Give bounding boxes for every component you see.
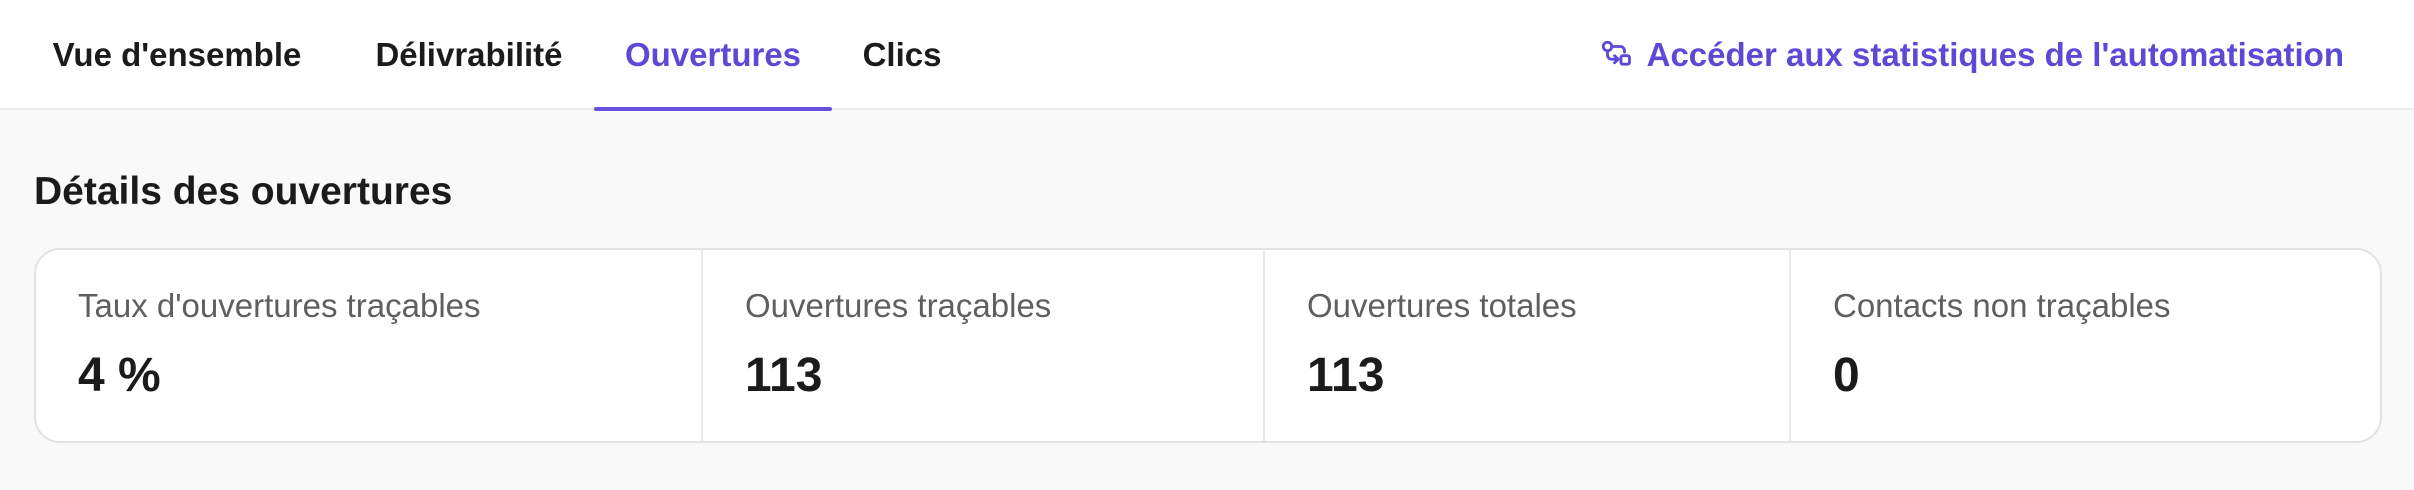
tab-overview[interactable]: Vue d'ensemble	[36, 0, 318, 110]
stat-label: Contacts non traçables	[1833, 287, 2171, 324]
open-stats-card: Taux d'ouvertures traçables 4 % Ouvertur…	[34, 248, 2382, 443]
tab-opens[interactable]: Ouvertures	[594, 0, 832, 110]
stat-value: 113	[1307, 349, 1385, 402]
stat-label: Ouvertures traçables	[745, 287, 1052, 324]
stat-value: 113	[745, 349, 823, 402]
stat-untrackable-contacts: Contacts non traçables 0	[1789, 250, 2380, 441]
report-tab-bar: Vue d'ensemble Délivrabilité Ouvertures …	[0, 0, 2414, 111]
stat-trackable-opens: Ouvertures traçables 113	[701, 250, 1263, 441]
stat-label: Ouvertures totales	[1307, 287, 1577, 324]
automation-stats-link-label: Accéder aux statistiques de l'automatisa…	[1646, 36, 2344, 73]
tab-clicks[interactable]: Clics	[840, 0, 964, 110]
stat-total-opens: Ouvertures totales 113	[1263, 250, 1789, 441]
stat-label: Taux d'ouvertures traçables	[78, 287, 481, 324]
stat-value: 4 %	[78, 349, 161, 402]
tab-deliverability[interactable]: Délivrabilité	[346, 0, 592, 110]
stat-value: 0	[1833, 349, 1860, 402]
workflow-icon	[1599, 38, 1633, 72]
campaign-report-page: Vue d'ensemble Délivrabilité Ouvertures …	[0, 0, 2414, 490]
stat-trackable-open-rate: Taux d'ouvertures traçables 4 %	[36, 250, 701, 441]
active-tab-indicator	[594, 107, 832, 111]
section-title: Détails des ouvertures	[34, 170, 453, 213]
automation-stats-link[interactable]: Accéder aux statistiques de l'automatisa…	[1599, 0, 2344, 110]
